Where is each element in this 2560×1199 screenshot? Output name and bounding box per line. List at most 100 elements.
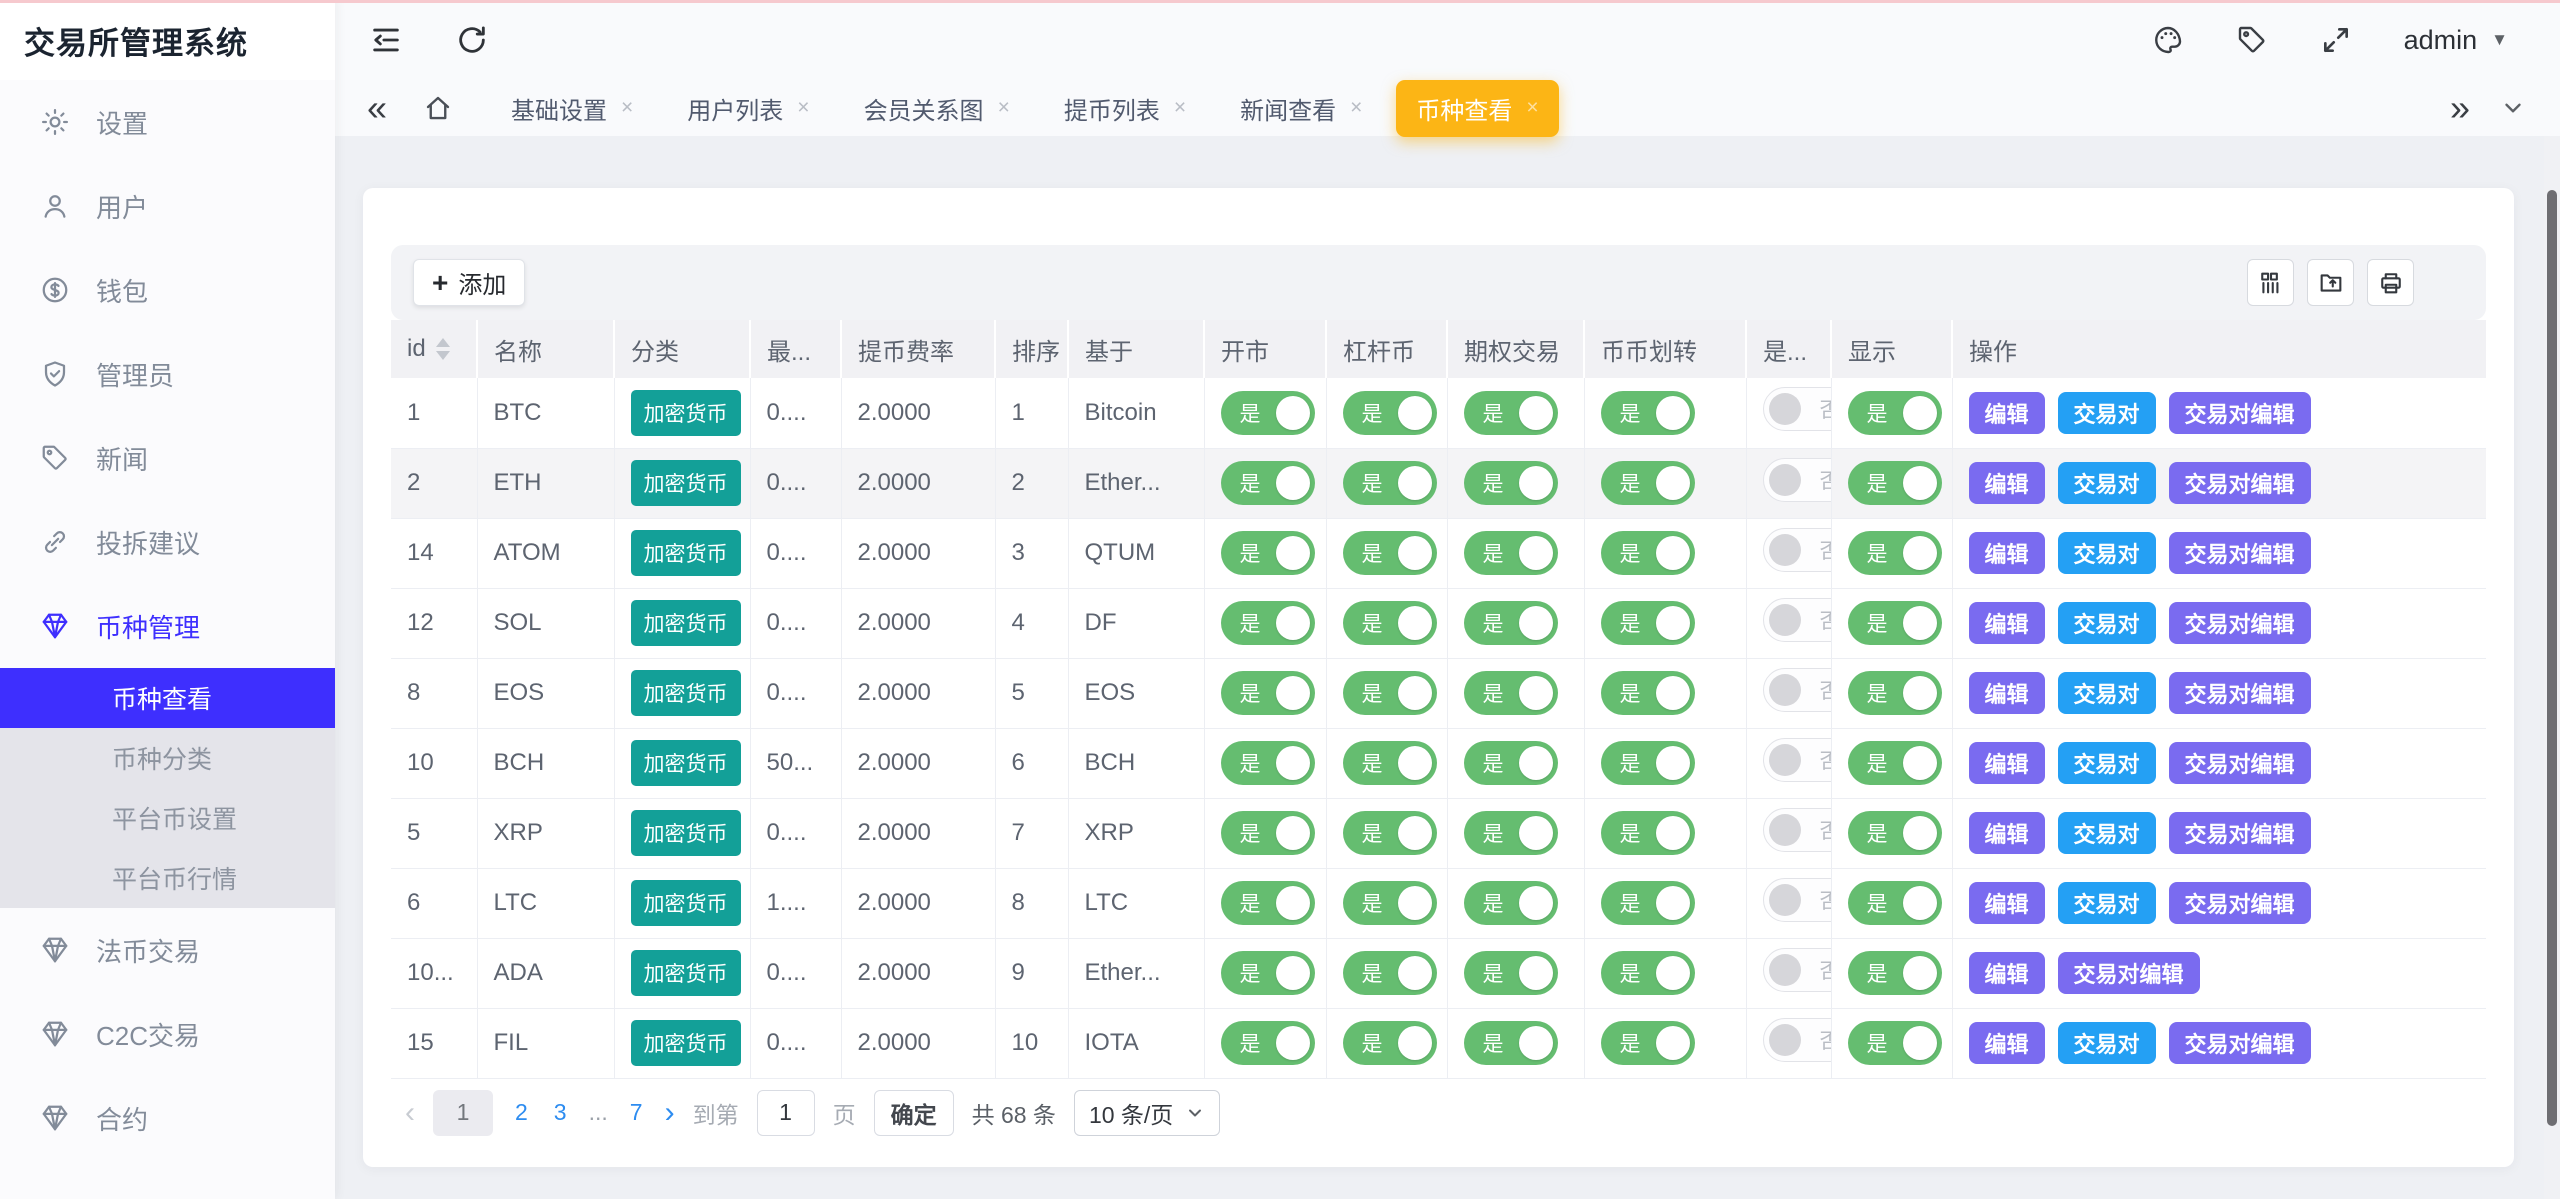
- submenu-item-coin-category[interactable]: 币种分类: [0, 728, 335, 788]
- open-market-toggle[interactable]: 是: [1221, 881, 1315, 925]
- show-toggle[interactable]: 是: [1848, 531, 1942, 575]
- edit-button[interactable]: 编辑: [1969, 672, 2045, 714]
- coin-transfer-toggle[interactable]: 是: [1601, 811, 1695, 855]
- pair-button[interactable]: 交易对: [2058, 462, 2156, 504]
- pair-edit-button[interactable]: 交易对编辑: [2169, 462, 2311, 504]
- edit-button[interactable]: 编辑: [1969, 812, 2045, 854]
- sidebar-item-users[interactable]: 用户: [0, 164, 335, 248]
- pair-button[interactable]: 交易对: [2058, 532, 2156, 574]
- close-icon[interactable]: ×: [621, 96, 633, 120]
- sidebar-item-c2c-trade[interactable]: C2C交易: [0, 992, 335, 1076]
- next-page-button[interactable]: ›: [665, 1096, 675, 1130]
- add-button[interactable]: + 添加: [413, 259, 525, 306]
- pair-edit-button[interactable]: 交易对编辑: [2169, 532, 2311, 574]
- coin-transfer-toggle[interactable]: 是: [1601, 951, 1695, 995]
- open-market-toggle[interactable]: 是: [1221, 951, 1315, 995]
- current-page[interactable]: 1: [433, 1090, 493, 1136]
- legal-toggle[interactable]: 否: [1763, 738, 1831, 782]
- submenu-item-platform-coin-settings[interactable]: 平台币设置: [0, 788, 335, 848]
- sidebar-item-coin-management[interactable]: 币种管理: [0, 584, 335, 668]
- legal-toggle[interactable]: 否: [1763, 668, 1831, 712]
- show-toggle[interactable]: 是: [1848, 391, 1942, 435]
- show-toggle[interactable]: 是: [1848, 881, 1942, 925]
- leverage-toggle[interactable]: 是: [1343, 671, 1437, 715]
- coin-transfer-toggle[interactable]: 是: [1601, 531, 1695, 575]
- page-link-3[interactable]: 3: [550, 1099, 571, 1126]
- pair-edit-button[interactable]: 交易对编辑: [2058, 952, 2200, 994]
- tab-basic-settings[interactable]: 基础设置×: [491, 80, 653, 137]
- close-icon[interactable]: ×: [1350, 96, 1362, 120]
- show-toggle[interactable]: 是: [1848, 671, 1942, 715]
- tag-button[interactable]: [2236, 24, 2268, 56]
- leverage-toggle[interactable]: 是: [1343, 811, 1437, 855]
- pair-button[interactable]: 交易对: [2058, 392, 2156, 434]
- close-icon[interactable]: ×: [1526, 96, 1538, 120]
- leverage-toggle[interactable]: 是: [1343, 951, 1437, 995]
- show-toggle[interactable]: 是: [1848, 601, 1942, 645]
- open-market-toggle[interactable]: 是: [1221, 391, 1315, 435]
- legal-toggle[interactable]: 否: [1763, 458, 1831, 502]
- goto-page-input[interactable]: [757, 1090, 815, 1136]
- options-trade-toggle[interactable]: 是: [1464, 461, 1558, 505]
- options-trade-toggle[interactable]: 是: [1464, 601, 1558, 645]
- edit-button[interactable]: 编辑: [1969, 882, 2045, 924]
- sidebar-item-feedback[interactable]: 投拆建议: [0, 500, 335, 584]
- coin-transfer-toggle[interactable]: 是: [1601, 391, 1695, 435]
- pair-button[interactable]: 交易对: [2058, 1022, 2156, 1064]
- pair-edit-button[interactable]: 交易对编辑: [2169, 672, 2311, 714]
- tab-coin-view[interactable]: 币种查看×: [1396, 80, 1558, 137]
- open-market-toggle[interactable]: 是: [1221, 461, 1315, 505]
- legal-toggle[interactable]: 否: [1763, 387, 1831, 431]
- column-header-id[interactable]: id: [391, 320, 477, 378]
- edit-button[interactable]: 编辑: [1969, 392, 2045, 434]
- coin-transfer-toggle[interactable]: 是: [1601, 741, 1695, 785]
- edit-button[interactable]: 编辑: [1969, 532, 2045, 574]
- leverage-toggle[interactable]: 是: [1343, 1021, 1437, 1065]
- leverage-toggle[interactable]: 是: [1343, 531, 1437, 575]
- legal-toggle[interactable]: 否: [1763, 598, 1831, 642]
- options-trade-toggle[interactable]: 是: [1464, 1021, 1558, 1065]
- close-icon[interactable]: ×: [797, 96, 809, 120]
- tab-news-view[interactable]: 新闻查看×: [1220, 80, 1382, 137]
- columns-toggle-button[interactable]: [2247, 259, 2294, 306]
- submenu-item-platform-coin-quotes[interactable]: 平台币行情: [0, 848, 335, 908]
- prev-page-button[interactable]: ‹: [405, 1096, 415, 1130]
- home-tab-button[interactable]: [423, 93, 453, 123]
- open-market-toggle[interactable]: 是: [1221, 601, 1315, 645]
- coin-transfer-toggle[interactable]: 是: [1601, 1021, 1695, 1065]
- pair-button[interactable]: 交易对: [2058, 882, 2156, 924]
- show-toggle[interactable]: 是: [1848, 461, 1942, 505]
- collapse-menu-button[interactable]: [369, 23, 403, 57]
- pair-edit-button[interactable]: 交易对编辑: [2169, 1022, 2311, 1064]
- leverage-toggle[interactable]: 是: [1343, 391, 1437, 435]
- leverage-toggle[interactable]: 是: [1343, 461, 1437, 505]
- coin-transfer-toggle[interactable]: 是: [1601, 881, 1695, 925]
- options-trade-toggle[interactable]: 是: [1464, 741, 1558, 785]
- open-market-toggle[interactable]: 是: [1221, 671, 1315, 715]
- show-toggle[interactable]: 是: [1848, 811, 1942, 855]
- pair-edit-button[interactable]: 交易对编辑: [2169, 812, 2311, 854]
- user-dropdown[interactable]: admin ▼: [2404, 25, 2508, 56]
- leverage-toggle[interactable]: 是: [1343, 881, 1437, 925]
- options-trade-toggle[interactable]: 是: [1464, 881, 1558, 925]
- options-trade-toggle[interactable]: 是: [1464, 671, 1558, 715]
- legal-toggle[interactable]: 否: [1763, 878, 1831, 922]
- edit-button[interactable]: 编辑: [1969, 742, 2045, 784]
- edit-button[interactable]: 编辑: [1969, 462, 2045, 504]
- pair-button[interactable]: 交易对: [2058, 672, 2156, 714]
- pair-edit-button[interactable]: 交易对编辑: [2169, 392, 2311, 434]
- refresh-button[interactable]: [455, 23, 489, 57]
- leverage-toggle[interactable]: 是: [1343, 741, 1437, 785]
- legal-toggle[interactable]: 否: [1763, 1018, 1831, 1062]
- close-icon[interactable]: ×: [998, 96, 1010, 120]
- options-trade-toggle[interactable]: 是: [1464, 951, 1558, 995]
- pair-edit-button[interactable]: 交易对编辑: [2169, 602, 2311, 644]
- coin-transfer-toggle[interactable]: 是: [1601, 671, 1695, 715]
- tabs-scroll-right-button[interactable]: »: [2450, 90, 2470, 126]
- tab-withdraw-list[interactable]: 提币列表×: [1044, 80, 1206, 137]
- show-toggle[interactable]: 是: [1848, 741, 1942, 785]
- options-trade-toggle[interactable]: 是: [1464, 531, 1558, 575]
- pair-edit-button[interactable]: 交易对编辑: [2169, 882, 2311, 924]
- open-market-toggle[interactable]: 是: [1221, 531, 1315, 575]
- fullscreen-button[interactable]: [2320, 24, 2352, 56]
